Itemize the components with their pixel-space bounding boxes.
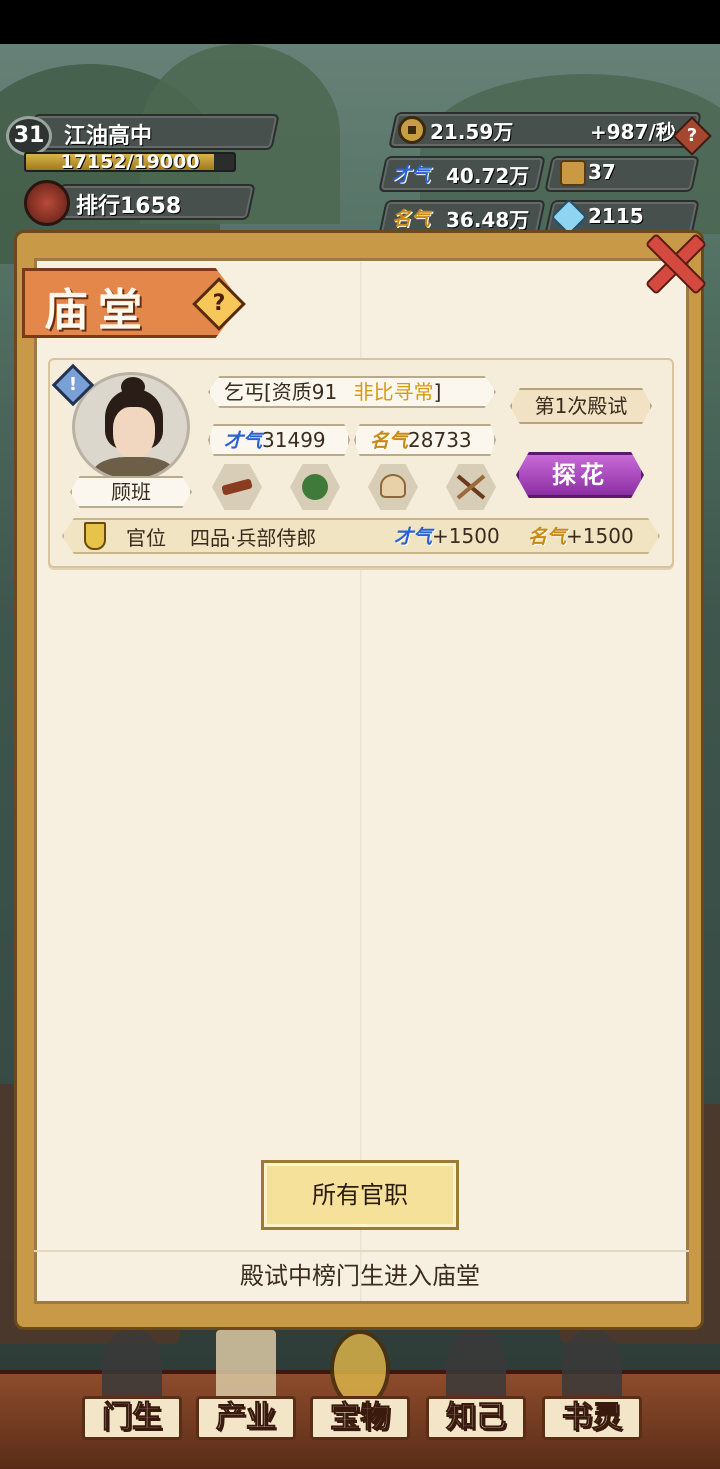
- student-fame-value: 28733: [408, 428, 472, 452]
- qualification-prefix: 乞丐[资质91: [224, 380, 338, 404]
- shield-icon: [84, 522, 106, 550]
- student-name: 顾班: [70, 476, 192, 508]
- post-fame-value: +1500: [566, 524, 634, 548]
- post-talent-value: +1500: [432, 524, 500, 548]
- post-talent-label: 才气: [394, 526, 433, 548]
- student-fame-label: 名气: [370, 430, 409, 452]
- nav-treasure[interactable]: 宝物: [300, 1330, 420, 1450]
- all-posts-button[interactable]: 所有官职: [261, 1160, 459, 1230]
- post-fame-label: 名气: [528, 526, 567, 548]
- scroll-icon: [560, 160, 586, 186]
- nav-industry[interactable]: 产业: [186, 1330, 306, 1450]
- item-count: 37: [588, 160, 616, 184]
- talent-label: 才气: [392, 164, 431, 186]
- student-talent-label: 才气: [224, 430, 263, 452]
- post-fame-bonus: 名气+1500: [528, 522, 634, 549]
- money-rate: +987/秒: [590, 120, 676, 144]
- post-label: 官位: [126, 526, 166, 550]
- gem-count: 2115: [588, 204, 644, 228]
- nav-students[interactable]: 门生: [72, 1330, 192, 1450]
- panel-title: 庙堂: [44, 285, 152, 336]
- student-fame-tag: 名气28733: [354, 424, 496, 456]
- footer-divider: [34, 1250, 689, 1252]
- student-talent-tag: 才气31499: [208, 424, 350, 456]
- status-bar: [0, 0, 720, 44]
- xp-bar: 17152/19000: [24, 152, 236, 172]
- qualification-grade: 非比寻常: [353, 380, 434, 404]
- qualification-suffix: ]: [433, 380, 442, 404]
- post-value: 四品·兵部侍郎: [190, 526, 317, 550]
- exam-rank-badge: 探花: [516, 452, 644, 498]
- money-value: 21.59万: [430, 120, 514, 144]
- exam-count-tag: 第1次殿试: [510, 388, 652, 424]
- fame-label: 名气: [392, 208, 431, 230]
- student-talent-value: 31499: [262, 428, 326, 452]
- nav-label: 宝物: [310, 1396, 410, 1440]
- rank-label: 排行1658: [76, 194, 182, 219]
- level-badge: 31: [6, 116, 52, 156]
- xp-text: 17152/19000: [60, 152, 200, 172]
- nav-book-spirit[interactable]: 书灵: [532, 1330, 652, 1450]
- footer-text: 殿试中榜门生进入庙堂: [240, 1262, 480, 1290]
- nav-label: 门生: [82, 1396, 182, 1440]
- nav-label: 产业: [196, 1396, 296, 1440]
- post-talent-bonus: 才气+1500: [394, 522, 500, 549]
- qualification-tag: 乞丐[资质91 非比寻常]: [208, 376, 496, 408]
- talent-value: 40.72万: [446, 164, 530, 188]
- school-name: 江油高中: [64, 124, 153, 149]
- rank-icon: [24, 180, 70, 226]
- nav-label: 书灵: [542, 1396, 642, 1440]
- nav-label: 知己: [426, 1396, 526, 1440]
- fame-value: 36.48万: [446, 208, 530, 232]
- close-button[interactable]: [632, 226, 712, 298]
- nav-confidant[interactable]: 知己: [416, 1330, 536, 1450]
- coin-icon: [398, 116, 426, 144]
